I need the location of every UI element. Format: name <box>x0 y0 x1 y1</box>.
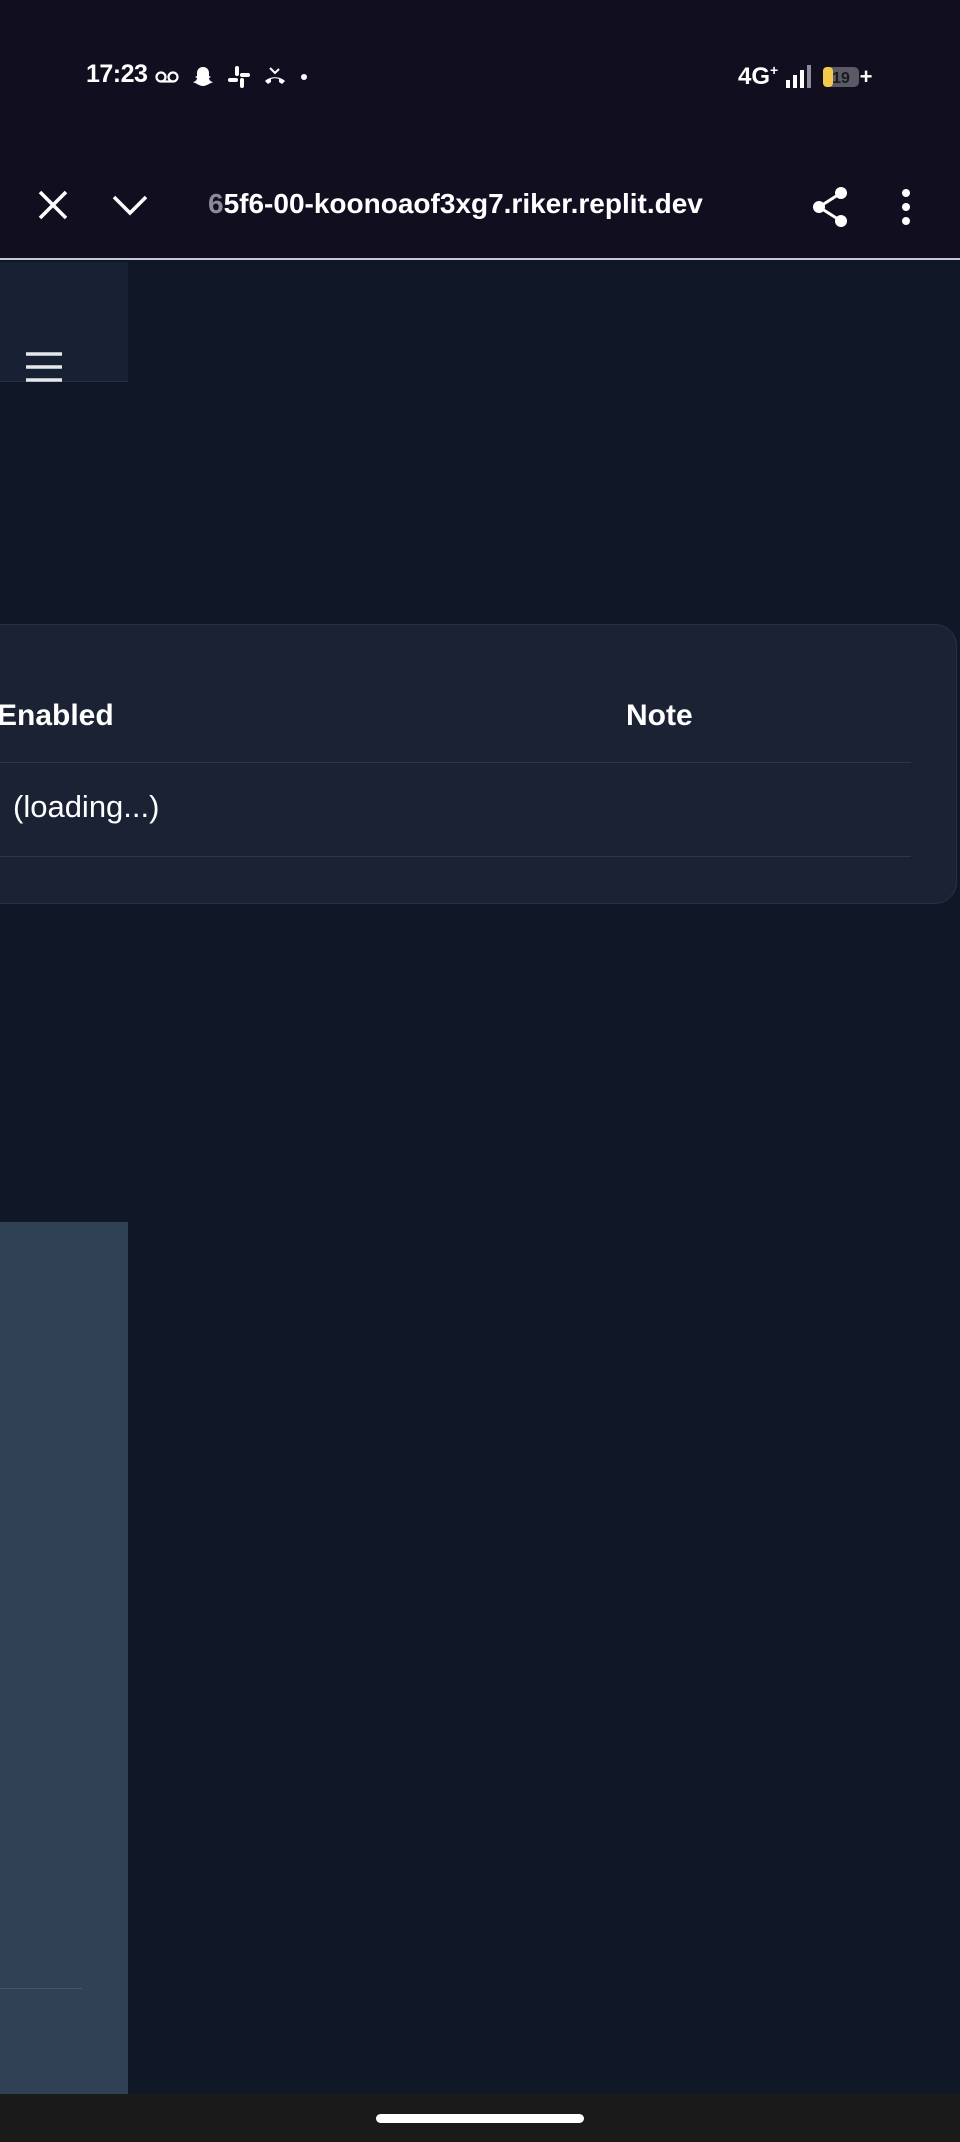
missed-call-icon <box>262 64 288 90</box>
data-table-card: Enabled Note (loading...) <box>0 624 957 904</box>
svg-text:+: + <box>860 65 873 89</box>
chevron-down-icon[interactable] <box>110 193 150 219</box>
network-indicator: 4G+ <box>738 62 779 90</box>
dot-icon <box>298 64 310 90</box>
slack-icon <box>226 64 252 90</box>
home-indicator[interactable] <box>376 2114 584 2123</box>
hamburger-menu-icon[interactable] <box>24 350 64 384</box>
loading-cell: (loading...) <box>13 789 160 824</box>
signal-icon <box>786 64 816 88</box>
table-header: Enabled Note <box>0 625 911 763</box>
table-row: (loading...) <box>0 763 911 857</box>
close-icon[interactable] <box>36 188 70 222</box>
system-nav-bar <box>0 2094 960 2142</box>
voicemail-icon <box>154 64 180 90</box>
sidebar-panel <box>0 1222 128 2094</box>
sidebar-header <box>0 262 128 382</box>
url-bar[interactable]: 65f6-00-koonoaof3xg7.riker.replit.dev <box>208 188 708 220</box>
status-time: 17:23 <box>86 60 148 88</box>
column-header-note: Note <box>626 699 693 732</box>
divider <box>0 1988 82 1989</box>
column-header-enabled: Enabled <box>0 699 114 732</box>
more-options-icon[interactable] <box>895 188 917 226</box>
share-icon[interactable] <box>810 186 850 228</box>
battery-icon: 19 + <box>822 64 874 89</box>
notification-icons <box>154 62 310 92</box>
status-bar: 17:23 4G+ 19 + <box>0 0 960 150</box>
page-content: Enabled Note (loading...) <box>0 262 960 2094</box>
svg-text:19: 19 <box>832 70 850 87</box>
snapchat-icon <box>190 64 216 90</box>
